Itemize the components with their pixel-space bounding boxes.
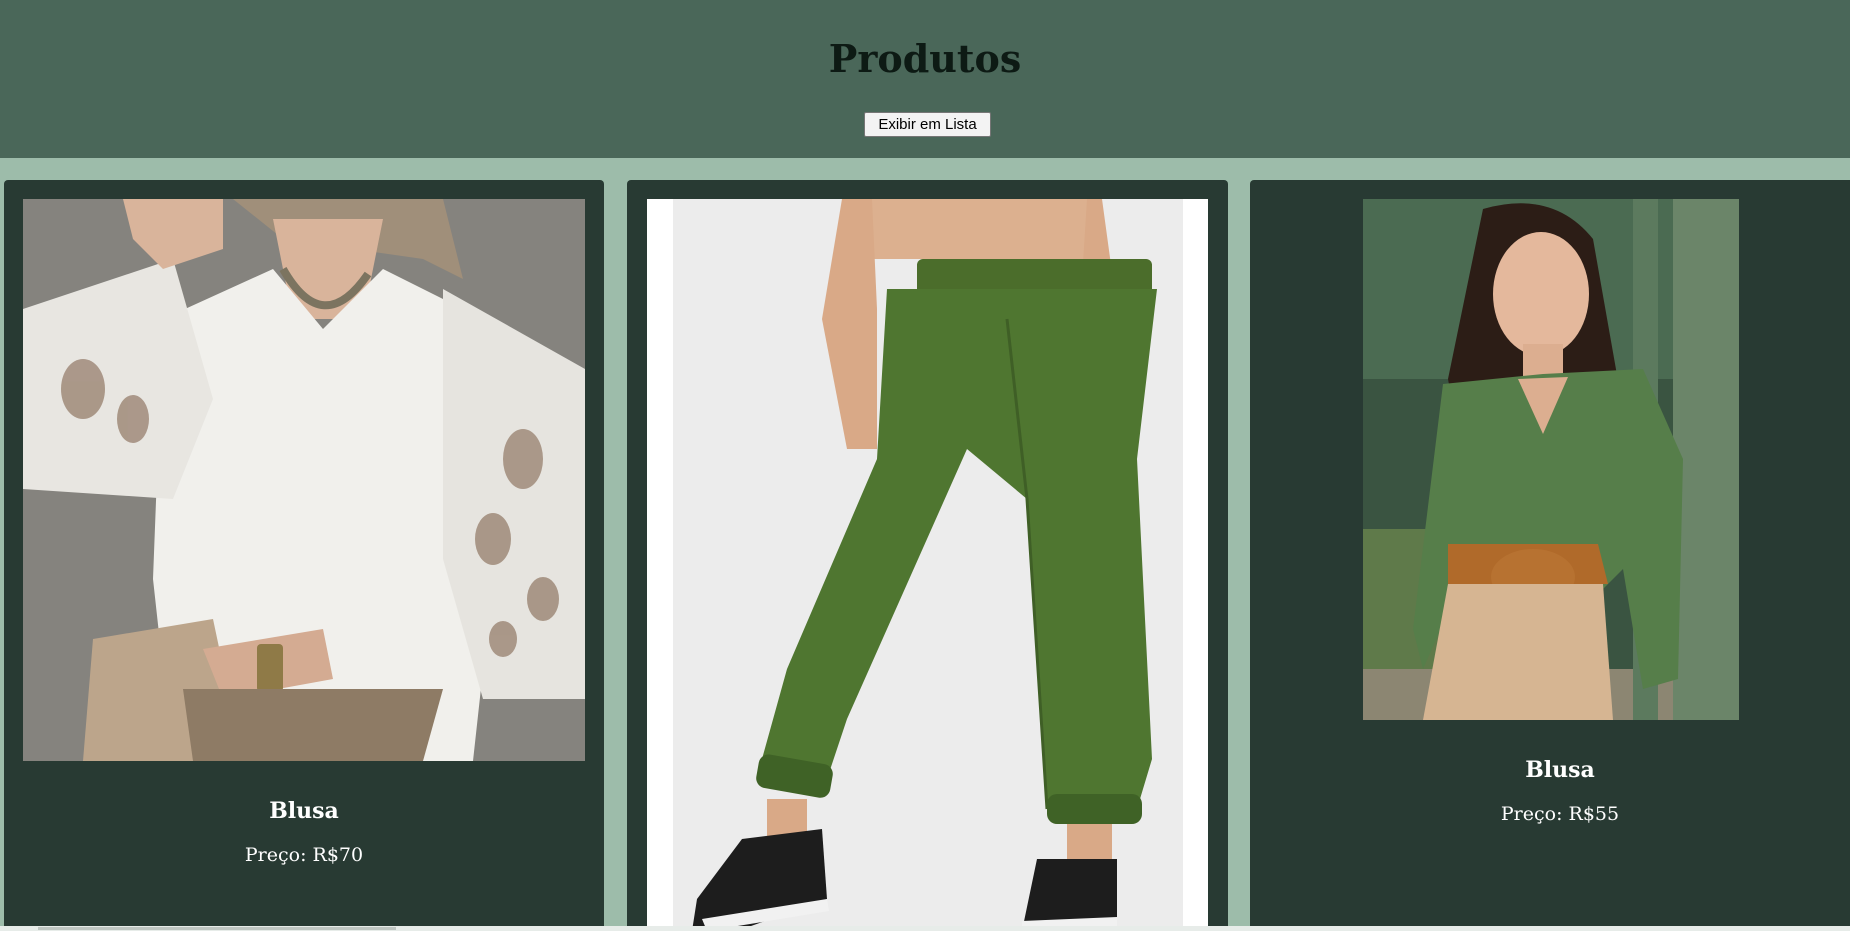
horizontal-scrollbar-thumb[interactable] <box>38 927 396 930</box>
green-blouse-belt-photo-icon <box>1363 199 1739 720</box>
product-price: Preço: R$70 <box>244 844 364 866</box>
page-title: Produtos <box>828 36 1022 81</box>
product-price: Preço: R$55 <box>1500 803 1620 825</box>
product-card: Blusa Preço: R$55 <box>1250 180 1850 931</box>
product-card <box>627 180 1228 931</box>
product-card: Blusa Preço: R$70 <box>4 180 604 931</box>
product-image <box>647 199 1208 931</box>
product-image <box>1363 199 1739 720</box>
white-lace-blouse-photo-icon <box>23 199 585 761</box>
list-view-toggle-button[interactable]: Exibir em Lista <box>864 112 991 137</box>
green-jogger-pants-photo-icon <box>647 199 1208 931</box>
page-header: Produtos Exibir em Lista <box>0 0 1850 158</box>
product-name: Blusa <box>1525 757 1595 783</box>
product-name: Blusa <box>269 798 339 824</box>
product-image <box>23 199 585 761</box>
